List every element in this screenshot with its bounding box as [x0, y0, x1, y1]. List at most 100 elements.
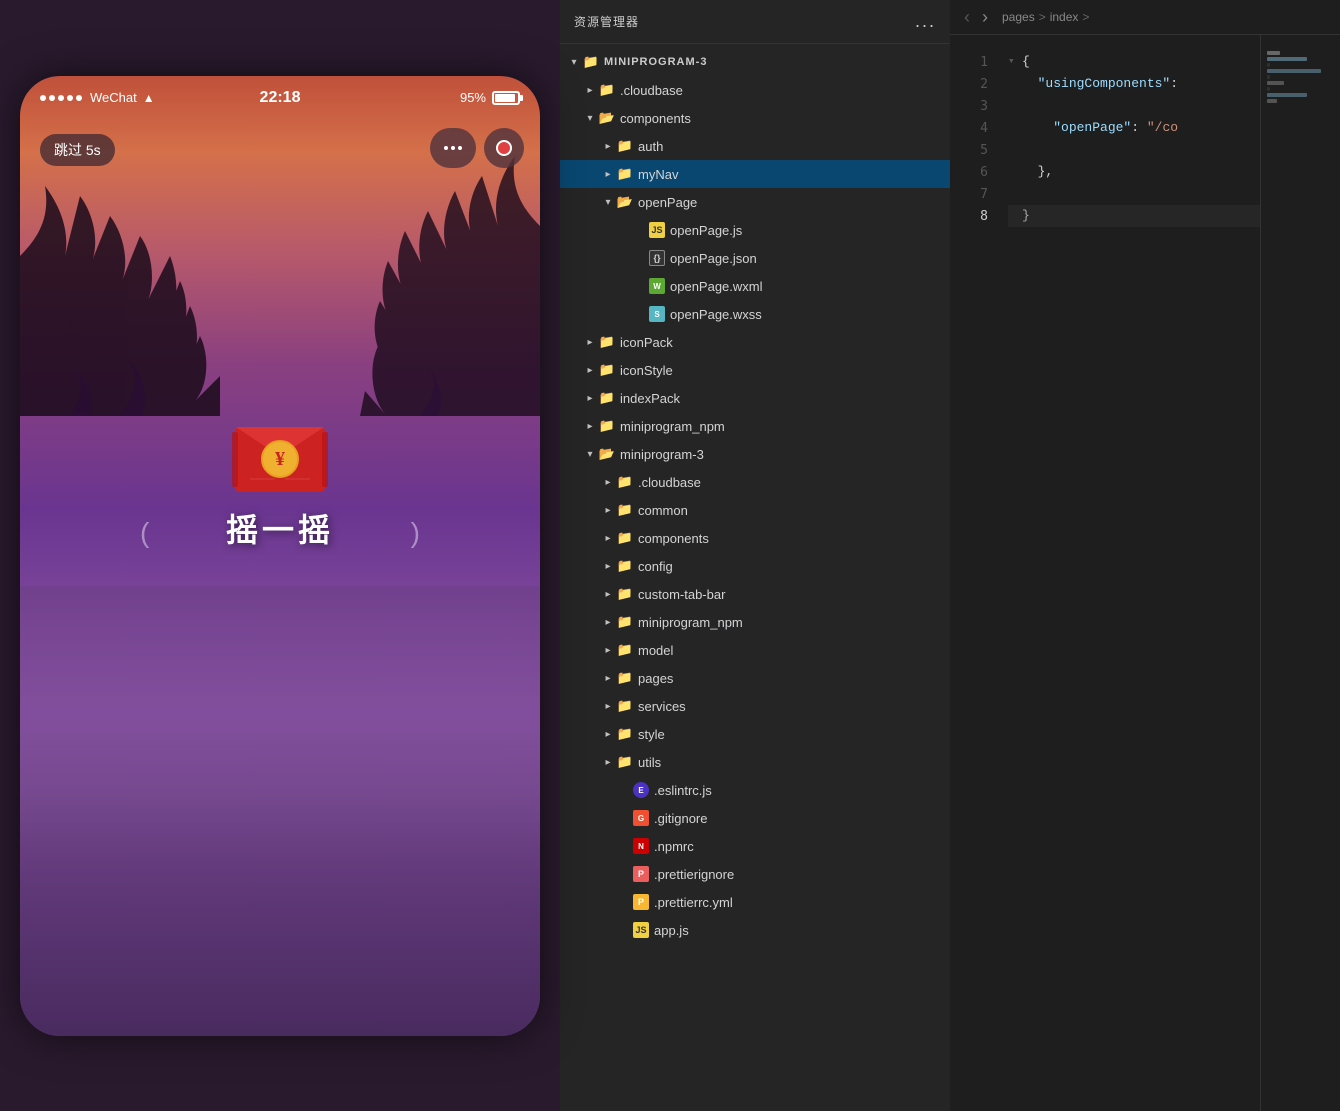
editor-nav-bar: ‹ › pages > index > — [950, 0, 1340, 35]
tree-arrow-mini3 — [582, 446, 598, 462]
npm-icon: N — [632, 837, 650, 855]
shake-text: 摇一摇 — [226, 505, 334, 551]
auth-label: auth — [638, 139, 942, 154]
red-envelope-container[interactable]: ¥ 摇一摇 — [226, 407, 334, 551]
tree-custom-tab-bar[interactable]: 📁 custom-tab-bar — [560, 580, 950, 608]
services-folder-icon: 📁 — [616, 697, 634, 715]
minnpm2-folder-icon: 📁 — [616, 613, 634, 631]
mynav-label: myNav — [638, 167, 942, 182]
iconstyle-label: iconStyle — [620, 363, 942, 378]
tree-root[interactable]: 📁 MINIPROGRAM-3 — [560, 48, 950, 76]
tree-utils[interactable]: 📁 utils — [560, 748, 950, 776]
skip-button[interactable]: 跳过 5s — [40, 134, 115, 166]
breadcrumb-sep1: > — [1039, 10, 1046, 24]
tree-arrow-cloudbase1 — [582, 82, 598, 98]
tree-openpage-wxss[interactable]: S openPage.wxss — [560, 300, 950, 328]
minimap — [1260, 35, 1340, 1111]
tree-components-2[interactable]: 📁 components — [560, 524, 950, 552]
tree-arrow-services — [600, 698, 616, 714]
tree-prettierignore[interactable]: P .prettierignore — [560, 860, 950, 888]
tree-pages[interactable]: 📁 pages — [560, 664, 950, 692]
iconstyle-folder-icon: 📁 — [598, 361, 616, 379]
tree-model[interactable]: 📁 model — [560, 636, 950, 664]
components1-label: components — [620, 111, 942, 126]
no-arrow-prettier1 — [616, 866, 632, 882]
openpage-label: openPage — [638, 195, 942, 210]
tree-config[interactable]: 📁 config — [560, 552, 950, 580]
line-num-7: 7 — [950, 183, 1000, 205]
tree-openpage-json[interactable]: {} openPage.json — [560, 244, 950, 272]
tree-openpage[interactable]: 📂 openPage — [560, 188, 950, 216]
openpage-wxml-icon: W — [648, 277, 666, 295]
minimap-line-5 — [1267, 75, 1270, 79]
no-arrow-json — [632, 250, 648, 266]
prettier1-icon: P — [632, 865, 650, 883]
tree-components-1[interactable]: 📂 components — [560, 104, 950, 132]
more-options-button[interactable] — [430, 128, 476, 168]
tree-npmrc[interactable]: N .npmrc — [560, 832, 950, 860]
tree-iconpack[interactable]: 📁 iconPack — [560, 328, 950, 356]
tree-style[interactable]: 📁 style — [560, 720, 950, 748]
tree-indexpack[interactable]: 📁 indexPack — [560, 384, 950, 412]
tree-services[interactable]: 📁 services — [560, 692, 950, 720]
status-left: WeChat ▲ — [40, 90, 155, 105]
explorer-tree[interactable]: 📁 MINIPROGRAM-3 📁 .cloudbase 📂 component… — [560, 44, 950, 1111]
svg-text:¥: ¥ — [275, 448, 285, 470]
no-arrow-git — [616, 810, 632, 826]
style-label: style — [638, 727, 942, 742]
git-icon: G — [632, 809, 650, 827]
model-label: model — [638, 643, 942, 658]
tree-common[interactable]: 📁 common — [560, 496, 950, 524]
trees-top — [20, 136, 540, 416]
tree-openpage-wxml[interactable]: W openPage.wxml — [560, 272, 950, 300]
tree-arrow-indexpack — [582, 390, 598, 406]
no-arrow-prettier2 — [616, 894, 632, 910]
line-numbers: 1 2 3 4 5 6 7 8 — [950, 35, 1000, 1111]
breadcrumb-pages: pages — [1002, 10, 1035, 24]
breadcrumb-index: index — [1050, 10, 1079, 24]
nav-forward-button[interactable]: › — [978, 3, 992, 32]
minimap-line-7 — [1267, 87, 1270, 91]
tree-prettierrc[interactable]: P .prettierrc.yml — [560, 888, 950, 916]
line-num-1: 1 — [950, 51, 1000, 73]
record-button[interactable] — [484, 128, 524, 168]
no-arrow-appjs — [616, 922, 632, 938]
no-arrow-wxml — [632, 278, 648, 294]
tree-gitignore[interactable]: G .gitignore — [560, 804, 950, 832]
tree-miniprogram-npm-2[interactable]: 📁 miniprogram_npm — [560, 608, 950, 636]
tree-cloudbase-2[interactable]: 📁 .cloudbase — [560, 468, 950, 496]
eslint-icon: E — [632, 781, 650, 799]
openpage-folder-icon: 📂 — [616, 193, 634, 211]
prettier2-icon: P — [632, 893, 650, 911]
explorer-more-button[interactable]: ... — [915, 11, 936, 32]
common-folder-icon: 📁 — [616, 501, 634, 519]
tree-openpage-js[interactable]: JS openPage.js — [560, 216, 950, 244]
tree-arrow-mynav — [600, 166, 616, 182]
battery-icon — [492, 91, 520, 105]
tree-miniprogram3[interactable]: 📂 miniprogram-3 — [560, 440, 950, 468]
indexpack-label: indexPack — [620, 391, 942, 406]
components2-label: components — [638, 531, 942, 546]
minimap-line-8 — [1267, 93, 1307, 97]
tree-appjs[interactable]: JS app.js — [560, 916, 950, 944]
no-arrow-eslint — [616, 782, 632, 798]
code-line-5 — [1008, 139, 1260, 161]
cloudbase2-label: .cloudbase — [638, 475, 942, 490]
tree-auth[interactable]: 📁 auth — [560, 132, 950, 160]
tree-mynav[interactable]: 📁 myNav — [560, 160, 950, 188]
tree-cloudbase-1[interactable]: 📁 .cloudbase — [560, 76, 950, 104]
tree-eslintrc[interactable]: E .eslintrc.js — [560, 776, 950, 804]
phone-panel: WeChat ▲ 22:18 95% 跳过 5s — [0, 0, 560, 1111]
utils-folder-icon: 📁 — [616, 753, 634, 771]
nav-back-button[interactable]: ‹ — [960, 3, 974, 32]
red-envelope-icon: ¥ — [230, 407, 330, 497]
components1-folder-icon: 📂 — [598, 109, 616, 127]
code-content[interactable]: ▾ { "usingComponents" : "openPage" : — [1000, 35, 1260, 1111]
signal-dots — [40, 95, 82, 101]
phone-frame: WeChat ▲ 22:18 95% 跳过 5s — [20, 76, 540, 1036]
config-folder-icon: 📁 — [616, 557, 634, 575]
tree-miniprogram-npm-1[interactable]: 📁 miniprogram_npm — [560, 412, 950, 440]
line-num-5: 5 — [950, 139, 1000, 161]
code-line-1: ▾ { — [1008, 51, 1260, 73]
tree-iconstyle[interactable]: 📁 iconStyle — [560, 356, 950, 384]
